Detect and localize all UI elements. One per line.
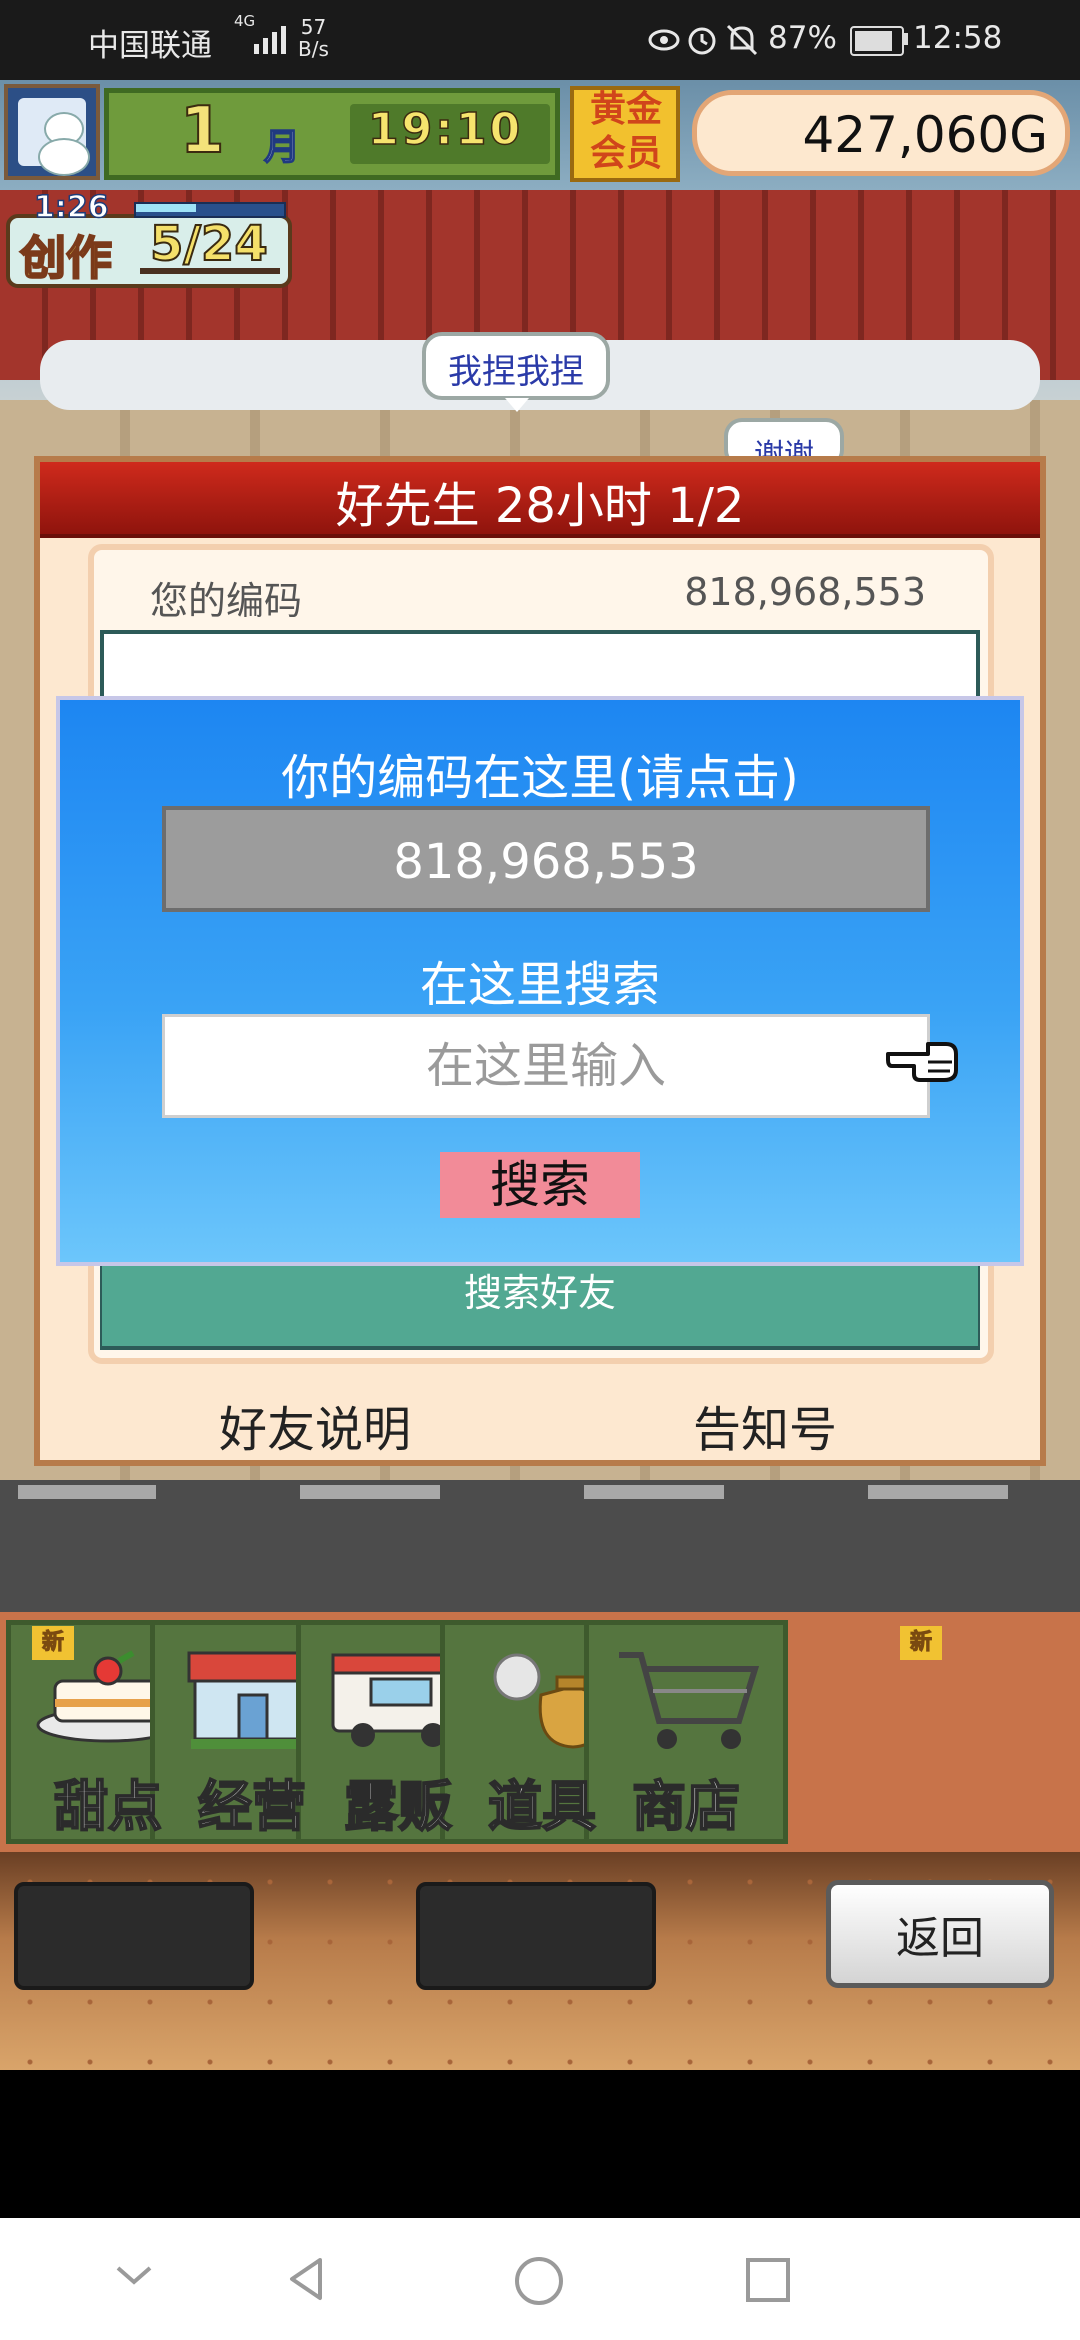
month-label: 月	[263, 126, 301, 169]
menu-store-label: 商店	[631, 1774, 741, 1839]
empty-slot	[416, 1882, 656, 1990]
eye-icon	[648, 29, 680, 51]
speech-bubble-text: 我捏我捏	[448, 352, 584, 392]
mute-icon	[726, 24, 758, 56]
network-speed-value: 57	[300, 15, 327, 39]
road-lane-mark	[18, 1485, 156, 1499]
signal-icon	[254, 26, 286, 54]
money-amount: 427,060G	[802, 106, 1048, 164]
road-lane-mark	[868, 1485, 1008, 1499]
battery-icon	[850, 26, 904, 56]
cart-icon	[619, 1652, 760, 1749]
your-code-field-text: 818,968,553	[393, 834, 699, 890]
road-lane-mark	[584, 1485, 724, 1499]
create-label: 创作	[19, 230, 113, 286]
friend-help-link[interactable]: 好友说明	[140, 1390, 490, 1460]
snowman-body	[38, 138, 90, 176]
recents-nav-icon[interactable]	[744, 2256, 792, 2304]
status-clock: 12:58	[913, 20, 1003, 56]
status-icons	[648, 24, 758, 56]
network-speed-unit: B/s	[298, 37, 329, 61]
empty-slot	[14, 1882, 254, 1990]
network-speed: 57 B/s	[298, 16, 329, 60]
new-badge: 新	[32, 1626, 74, 1660]
create-timer: 1:26	[33, 189, 109, 226]
new-badge: 新	[900, 1626, 942, 1660]
speech-bubble-tail	[505, 398, 529, 412]
dialog-title: 你的编码在这里(请点击)	[281, 750, 799, 806]
search-input[interactable]	[162, 1014, 930, 1118]
search-friend-label: 搜索好友	[463, 1271, 616, 1315]
pointing-hand-icon	[886, 1042, 958, 1082]
friend-panel-title: 好先生 28小时 1/2	[335, 478, 745, 534]
carrier-name: 中国联通	[88, 28, 212, 64]
chevron-down-icon[interactable]	[112, 2262, 156, 2290]
alarm-icon	[688, 27, 716, 55]
battery-level	[855, 31, 892, 51]
battery-percentage: 87%	[768, 20, 837, 56]
avatar[interactable]	[4, 84, 100, 180]
gold-member-label: 黄金会员	[589, 89, 662, 174]
your-code-value: 818,968,553	[684, 570, 926, 614]
navigation-bar	[0, 2218, 1080, 2340]
create-count: 5/24	[149, 215, 269, 273]
month-number: 1	[179, 93, 226, 169]
search-button[interactable]: 搜索	[440, 1152, 640, 1218]
notice-number-link[interactable]: 告知号	[590, 1390, 940, 1460]
search-label: 在这里搜索	[419, 957, 660, 1013]
your-code-label: 您的编码	[150, 579, 303, 623]
back-nav-icon[interactable]	[284, 2254, 328, 2304]
battery-tip	[904, 33, 908, 45]
home-nav-icon[interactable]	[512, 2254, 566, 2308]
avatar-frame	[18, 98, 90, 176]
create-timer-fill	[136, 204, 196, 212]
create-progress	[140, 268, 280, 274]
back-button[interactable]: 返回	[826, 1880, 1054, 1988]
road-lane-mark	[300, 1485, 440, 1499]
game-clock: 19:10	[367, 103, 524, 156]
